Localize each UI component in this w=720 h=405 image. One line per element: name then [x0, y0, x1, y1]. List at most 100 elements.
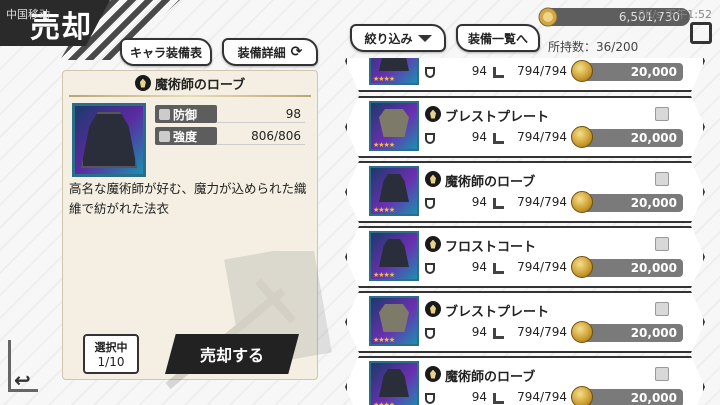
- rarity-stars: ★★★★: [373, 141, 395, 149]
- item-price: 20,000: [583, 389, 683, 405]
- list-item[interactable]: ★★★★ ブレストプレート 94 794/794 20,000: [345, 96, 705, 158]
- detail-header: 魔術師のローブ: [63, 71, 317, 95]
- stat-label: 強度: [173, 129, 198, 144]
- chara-equip-label: キャラ装備表: [129, 45, 202, 60]
- item-name: 魔術師のローブ: [445, 370, 536, 385]
- select-checkbox[interactable]: [655, 367, 669, 381]
- gold-coin-icon: [571, 386, 593, 405]
- robe-type-icon: [134, 75, 151, 91]
- robe-type-icon: [425, 171, 441, 187]
- item-defense: 94: [471, 390, 487, 404]
- gold-coin-icon: [571, 191, 593, 213]
- equip-list-label: 装備一覧へ: [467, 31, 528, 46]
- list-item[interactable]: ★★★★ 魔術師のローブ 94 794/794 20,000: [345, 161, 705, 223]
- menu-icon[interactable]: [690, 22, 712, 44]
- rarity-stars: ★★★★: [373, 206, 395, 214]
- shield-icon: [425, 67, 435, 78]
- item-durability: 794/794: [517, 195, 567, 209]
- shield-icon: [159, 108, 170, 120]
- item-defense: 94: [471, 325, 487, 339]
- item-durability: 794/794: [517, 325, 567, 339]
- stat-defense: 防御 98: [155, 105, 305, 123]
- owned-count: 所持数：36/200: [548, 40, 639, 54]
- item-name: 魔術師のローブ: [445, 175, 536, 190]
- list-item[interactable]: ★★★★ ブレストプレート 94 794/794 20,000: [345, 291, 705, 353]
- rarity-stars: ★★★★: [373, 401, 395, 405]
- robe-icon: [379, 58, 409, 71]
- triangle-down-icon: [417, 34, 432, 42]
- hammer-icon: [159, 130, 170, 142]
- select-checkbox[interactable]: [655, 107, 669, 121]
- hammer-icon: [493, 198, 504, 209]
- sell-button[interactable]: 売却する: [165, 334, 299, 374]
- item-name: ブレストプレート: [445, 305, 550, 320]
- equip-list-button[interactable]: 装備一覧へ: [456, 24, 540, 52]
- stat-label: 防御: [173, 107, 198, 122]
- item-defense: 94: [471, 64, 487, 78]
- item-thumbnail: [72, 103, 146, 177]
- hammer-icon: [493, 67, 504, 78]
- detail-item-name: 魔術師のローブ: [154, 77, 246, 93]
- shield-icon: [425, 393, 435, 404]
- robe-icon: [379, 239, 409, 267]
- equip-detail-label: 装備詳細: [237, 45, 286, 60]
- hammer-icon: [493, 328, 504, 339]
- item-price: 20,000: [583, 324, 683, 342]
- item-name: ブレストプレート: [445, 110, 550, 125]
- robe-type-icon: [425, 366, 441, 382]
- stat-value: 98: [217, 105, 305, 123]
- gold-coin-icon: [571, 60, 593, 82]
- item-price: 20,000: [583, 63, 683, 81]
- select-checkbox[interactable]: [655, 172, 669, 186]
- item-defense: 94: [471, 195, 487, 209]
- carrier-status: 中国移动: [6, 8, 50, 21]
- item-name: フロストコート: [445, 240, 537, 255]
- item-thumbnail: ★★★★: [369, 166, 419, 216]
- gold-coin-icon: [571, 256, 593, 278]
- shield-icon: [425, 198, 435, 209]
- stat-value: 806/806: [217, 127, 305, 145]
- selection-count: 1/10: [97, 355, 125, 369]
- item-price: 20,000: [583, 259, 683, 277]
- item-durability: 794/794: [517, 390, 567, 404]
- header-divider: [69, 95, 311, 97]
- armor-icon: [379, 109, 409, 137]
- shield-icon: [425, 133, 435, 144]
- chara-equip-button[interactable]: キャラ装備表: [120, 38, 212, 66]
- list-item[interactable]: ★★★★ 94 794/794 20,000: [345, 58, 705, 92]
- rarity-stars: ★★★★: [373, 336, 395, 344]
- equipment-list[interactable]: ★★★★ 94 794/794 20,000 ★★★★ ブレストプレート 94 …: [345, 58, 705, 405]
- gold-coin-icon: [571, 321, 593, 343]
- item-price: 20,000: [583, 194, 683, 212]
- system-status: 0K/s 下午1:52: [638, 8, 712, 21]
- armor-type-icon: [425, 301, 441, 317]
- armor-type-icon: [425, 106, 441, 122]
- item-detail-panel: 魔術師のローブ 防御 98 強度 806/806 高名な魔術師が好む、魔力が込め…: [62, 70, 332, 390]
- armor-icon: [379, 304, 409, 332]
- select-checkbox[interactable]: [655, 237, 669, 251]
- filter-button[interactable]: 絞り込み: [350, 24, 446, 52]
- list-item[interactable]: ★★★★ 魔術師のローブ 94 794/794 20,000: [345, 356, 705, 405]
- cycle-icon: ⟳: [290, 44, 303, 60]
- item-thumbnail: ★★★★: [369, 101, 419, 151]
- gold-coin-icon: [571, 126, 593, 148]
- back-arrow-icon[interactable]: ↩: [14, 368, 31, 392]
- filter-label: 絞り込み: [364, 31, 413, 46]
- rarity-stars: ★★★★: [373, 75, 395, 83]
- item-thumbnail: ★★★★: [369, 361, 419, 405]
- item-description: 高名な魔術師が好む、魔力が込められた織維で紡がれた法衣: [69, 181, 307, 216]
- item-durability: 794/794: [517, 130, 567, 144]
- item-defense: 94: [471, 260, 487, 274]
- stat-durability: 強度 806/806: [155, 127, 305, 145]
- equip-detail-button[interactable]: 装備詳細 ⟳: [222, 38, 318, 66]
- hammer-icon: [493, 133, 504, 144]
- item-thumbnail: ★★★★: [369, 296, 419, 346]
- item-defense: 94: [471, 130, 487, 144]
- select-checkbox[interactable]: [655, 302, 669, 316]
- item-durability: 794/794: [517, 260, 567, 274]
- list-item[interactable]: ★★★★ フロストコート 94 794/794 20,000: [345, 226, 705, 288]
- selection-label: 選択中: [94, 341, 128, 354]
- robe-type-icon: [425, 236, 441, 252]
- item-price: 20,000: [583, 129, 683, 147]
- shield-icon: [425, 328, 435, 339]
